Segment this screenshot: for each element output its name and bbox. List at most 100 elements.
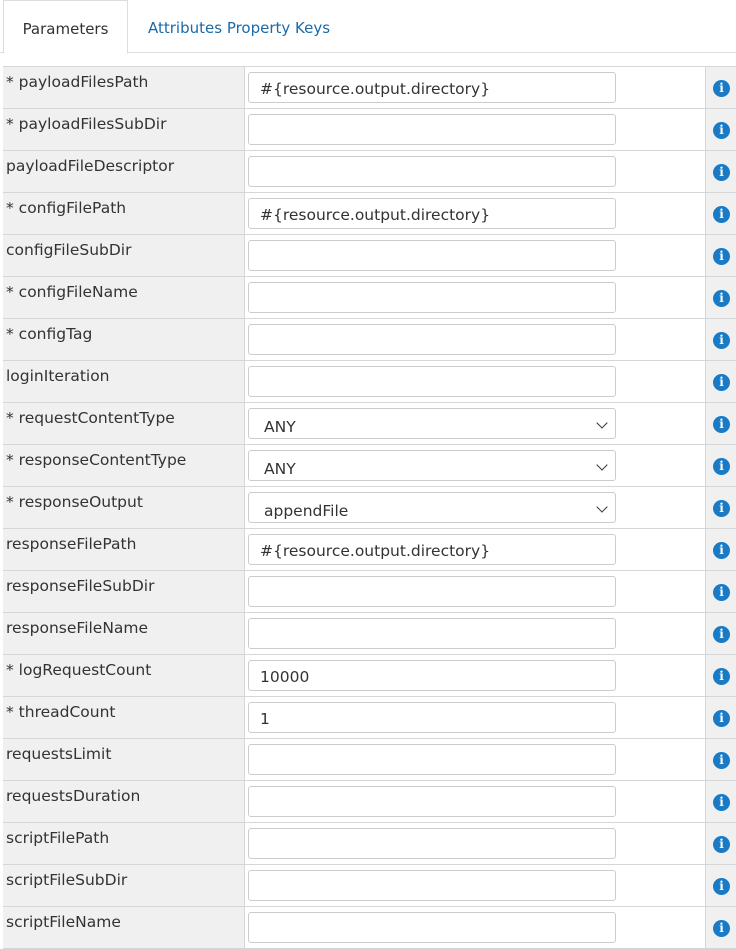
- thread-count-input[interactable]: 1: [248, 702, 616, 733]
- script-file-sub-dir-input[interactable]: [248, 870, 616, 901]
- requests-limit-input[interactable]: [248, 744, 616, 775]
- param-value-cell: [245, 781, 706, 822]
- parameter-row: scriptFilePath i: [3, 823, 736, 865]
- tab-parameters[interactable]: Parameters: [3, 0, 128, 54]
- info-icon[interactable]: i: [713, 710, 730, 727]
- parameter-row: configFileSubDir i: [3, 235, 736, 277]
- param-label-script-file-sub-dir: scriptFileSubDir: [3, 865, 245, 906]
- param-value-cell: 1: [245, 697, 706, 738]
- param-info-cell: i: [706, 865, 736, 906]
- config-file-path-input[interactable]: #{resource.output.directory}: [248, 198, 616, 229]
- param-value-cell: 10000: [245, 655, 706, 696]
- log-request-count-input[interactable]: 10000: [248, 660, 616, 691]
- param-info-cell: i: [706, 655, 736, 696]
- parameter-row: * configFileName i: [3, 277, 736, 319]
- info-icon[interactable]: i: [713, 668, 730, 685]
- request-content-type-select[interactable]: ANY: [248, 408, 616, 439]
- info-icon[interactable]: i: [713, 920, 730, 937]
- request-content-type-value: ANY: [264, 418, 296, 436]
- info-icon[interactable]: i: [713, 752, 730, 769]
- parameter-row: loginIteration i: [3, 361, 736, 403]
- info-icon[interactable]: i: [713, 374, 730, 391]
- login-iteration-input[interactable]: [248, 366, 616, 397]
- param-info-cell: i: [706, 277, 736, 318]
- param-label-config-file-path: * configFilePath: [3, 193, 245, 234]
- param-label-script-file-name: scriptFileName: [3, 907, 245, 948]
- param-label-response-output: * responseOutput: [3, 487, 245, 528]
- param-value-cell: #{resource.output.directory}: [245, 67, 706, 108]
- info-icon[interactable]: i: [713, 626, 730, 643]
- requests-duration-input[interactable]: [248, 786, 616, 817]
- response-file-sub-dir-input[interactable]: [248, 576, 616, 607]
- param-value-cell: [245, 739, 706, 780]
- param-value-cell: [245, 865, 706, 906]
- param-info-cell: i: [706, 235, 736, 276]
- info-icon[interactable]: i: [713, 416, 730, 433]
- config-file-sub-dir-input[interactable]: [248, 240, 616, 271]
- chevron-down-icon: [596, 501, 608, 513]
- param-info-cell: i: [706, 781, 736, 822]
- info-icon[interactable]: i: [713, 248, 730, 265]
- tab-attributes-property-keys[interactable]: Attributes Property Keys: [148, 0, 330, 53]
- payload-file-descriptor-input[interactable]: [248, 156, 616, 187]
- log-request-count-value: 10000: [260, 668, 310, 686]
- param-label-response-file-path: responseFilePath: [3, 529, 245, 570]
- parameter-row: * configTag i: [3, 319, 736, 361]
- info-icon[interactable]: i: [713, 878, 730, 895]
- param-value-cell: [245, 907, 706, 948]
- param-label-payload-file-descriptor: payloadFileDescriptor: [3, 151, 245, 192]
- info-icon[interactable]: i: [713, 206, 730, 223]
- param-info-cell: i: [706, 445, 736, 486]
- param-info-cell: i: [706, 109, 736, 150]
- info-icon[interactable]: i: [713, 122, 730, 139]
- parameter-row: * payloadFilesSubDir i: [3, 109, 736, 151]
- info-icon[interactable]: i: [713, 332, 730, 349]
- response-file-name-input[interactable]: [248, 618, 616, 649]
- parameter-row: responseFileSubDir i: [3, 571, 736, 613]
- parameter-row: requestsLimit i: [3, 739, 736, 781]
- info-icon[interactable]: i: [713, 80, 730, 97]
- script-file-path-input[interactable]: [248, 828, 616, 859]
- param-info-cell: i: [706, 739, 736, 780]
- info-icon[interactable]: i: [713, 542, 730, 559]
- param-value-cell: [245, 823, 706, 864]
- response-output-value: appendFile: [264, 502, 349, 520]
- param-info-cell: i: [706, 823, 736, 864]
- parameter-row: * configFilePath #{resource.output.direct…: [3, 193, 736, 235]
- payload-files-sub-dir-input[interactable]: [248, 114, 616, 145]
- param-label-payload-files-sub-dir: * payloadFilesSubDir: [3, 109, 245, 150]
- param-info-cell: i: [706, 907, 736, 948]
- response-output-select[interactable]: appendFile: [248, 492, 616, 523]
- config-file-name-input[interactable]: [248, 282, 616, 313]
- param-label-thread-count: * threadCount: [3, 697, 245, 738]
- param-value-cell: [245, 151, 706, 192]
- param-label-requests-limit: requestsLimit: [3, 739, 245, 780]
- param-label-log-request-count: * logRequestCount: [3, 655, 245, 696]
- param-label-script-file-path: scriptFilePath: [3, 823, 245, 864]
- info-icon[interactable]: i: [713, 836, 730, 853]
- parameter-row: payloadFileDescriptor i: [3, 151, 736, 193]
- param-label-response-content-type: * responseContentType: [3, 445, 245, 486]
- info-icon[interactable]: i: [713, 458, 730, 475]
- payload-files-path-value: #{resource.output.directory}: [260, 80, 491, 98]
- param-value-cell: [245, 613, 706, 654]
- param-label-payload-files-path: * payloadFilesPath: [3, 67, 245, 108]
- info-icon[interactable]: i: [713, 584, 730, 601]
- param-value-cell: ANY: [245, 403, 706, 444]
- param-value-cell: [245, 361, 706, 402]
- script-file-name-input[interactable]: [248, 912, 616, 943]
- payload-files-path-input[interactable]: #{resource.output.directory}: [248, 72, 616, 103]
- info-icon[interactable]: i: [713, 500, 730, 517]
- param-value-cell: #{resource.output.directory}: [245, 529, 706, 570]
- info-icon[interactable]: i: [713, 164, 730, 181]
- parameter-row: * logRequestCount 10000 i: [3, 655, 736, 697]
- param-value-cell: appendFile: [245, 487, 706, 528]
- info-icon[interactable]: i: [713, 290, 730, 307]
- config-tag-input[interactable]: [248, 324, 616, 355]
- info-icon[interactable]: i: [713, 794, 730, 811]
- parameter-row: responseFilePath #{resource.output.direct…: [3, 529, 736, 571]
- param-info-cell: i: [706, 529, 736, 570]
- response-content-type-select[interactable]: ANY: [248, 450, 616, 481]
- response-file-path-input[interactable]: #{resource.output.directory}: [248, 534, 616, 565]
- param-value-cell: [245, 109, 706, 150]
